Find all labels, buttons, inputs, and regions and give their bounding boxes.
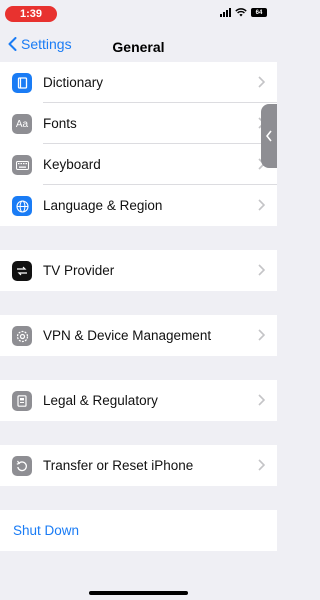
book-icon bbox=[12, 73, 32, 93]
chevron-right-icon bbox=[258, 76, 265, 88]
gear-icon bbox=[12, 326, 32, 346]
battery-icon: 64 bbox=[251, 8, 267, 17]
row-label: VPN & Device Management bbox=[43, 328, 212, 343]
globe-icon bbox=[12, 196, 32, 216]
settings-group-2: TV Provider bbox=[0, 250, 277, 291]
shut-down-label: Shut Down bbox=[13, 523, 80, 538]
shut-down-button[interactable]: Shut Down bbox=[0, 510, 277, 551]
row-tv-provider[interactable]: TV Provider bbox=[0, 250, 277, 291]
chevron-right-icon bbox=[258, 199, 265, 211]
settings-group-4: Legal & Regulatory bbox=[0, 380, 277, 421]
row-legal-regulatory[interactable]: Legal & Regulatory bbox=[0, 380, 277, 421]
fonts-glyph: Aa bbox=[15, 118, 29, 130]
row-fonts[interactable]: Aa Fonts bbox=[0, 103, 277, 144]
time-pill: 1:39 bbox=[5, 6, 57, 22]
legal-icon bbox=[12, 391, 32, 411]
chevron-right-icon bbox=[258, 329, 265, 341]
page-title: General bbox=[112, 39, 165, 55]
row-label: Language & Region bbox=[43, 198, 163, 213]
tv-provider-icon bbox=[12, 261, 32, 281]
row-label: Fonts bbox=[43, 116, 77, 131]
row-transfer-reset[interactable]: Transfer or Reset iPhone bbox=[0, 445, 277, 486]
row-dictionary[interactable]: Dictionary bbox=[0, 62, 277, 103]
status-icons: 64 bbox=[220, 8, 267, 17]
row-label: TV Provider bbox=[43, 263, 115, 278]
chevron-right-icon bbox=[258, 459, 265, 471]
battery-level: 64 bbox=[255, 9, 263, 16]
home-indicator[interactable] bbox=[89, 591, 188, 595]
chevron-right-icon bbox=[258, 394, 265, 406]
chevron-left-icon bbox=[266, 130, 272, 142]
row-label: Keyboard bbox=[43, 157, 101, 172]
settings-group-5: Transfer or Reset iPhone bbox=[0, 445, 277, 486]
settings-group-3: VPN & Device Management bbox=[0, 315, 277, 356]
keyboard-icon bbox=[12, 155, 32, 175]
row-vpn-device-management[interactable]: VPN & Device Management bbox=[0, 315, 277, 356]
status-time: 1:39 bbox=[19, 8, 43, 20]
signal-icon bbox=[220, 8, 231, 17]
row-label: Dictionary bbox=[43, 75, 104, 90]
status-bar: 1:39 64 bbox=[0, 0, 277, 30]
settings-group-1: Dictionary Aa Fonts Keyboard Language & … bbox=[0, 62, 277, 226]
row-keyboard[interactable]: Keyboard bbox=[0, 144, 277, 185]
settings-group-shutdown: Shut Down bbox=[0, 510, 277, 551]
reset-icon bbox=[12, 456, 32, 476]
chevron-right-icon bbox=[258, 264, 265, 276]
row-label: Transfer or Reset iPhone bbox=[43, 458, 194, 473]
navigation-bar: Settings General bbox=[0, 30, 277, 62]
row-language-region[interactable]: Language & Region bbox=[0, 185, 277, 226]
wifi-icon bbox=[235, 8, 247, 17]
side-panel-handle[interactable] bbox=[261, 104, 277, 168]
row-label: Legal & Regulatory bbox=[43, 393, 158, 408]
fonts-icon: Aa bbox=[12, 114, 32, 134]
